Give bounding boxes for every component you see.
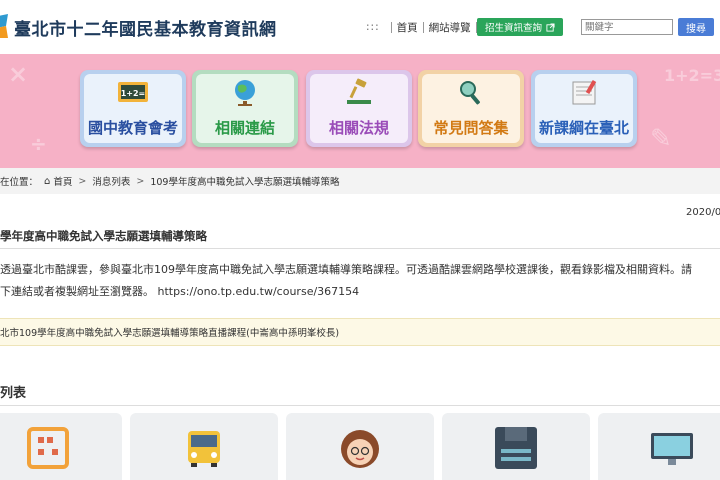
list-tile-monitor[interactable] [598, 413, 720, 480]
card-links[interactable]: 相關連結 [192, 70, 298, 147]
site-header: 臺北市十二年國民基本教育資訊網 ::: 首頁 網站導覽 招生資訊查詢 搜尋 [0, 0, 720, 54]
list-tile-abacus[interactable] [0, 413, 122, 480]
search-input[interactable] [581, 19, 673, 35]
breadcrumb-news-link[interactable]: 消息列表 [92, 174, 130, 188]
list-tile-floppy[interactable] [442, 413, 590, 480]
nav-sitemap-link[interactable]: 網站導覽 [429, 20, 471, 35]
banner-decoration: ÷ [30, 132, 47, 156]
list-section-title: 列表 [0, 386, 27, 401]
search-button[interactable]: 搜尋 [678, 18, 714, 36]
site-title[interactable]: 臺北市十二年國民基本教育資訊網 [14, 15, 277, 40]
svg-text:1+2=: 1+2= [121, 89, 146, 98]
school-bus-icon [188, 431, 220, 467]
breadcrumb-prefix: 在位置： [0, 177, 39, 188]
article-title: 學年度高中職免試入學志願選填輔導策略 [0, 229, 207, 243]
list-divider [0, 405, 720, 406]
teacher-avatar-icon [341, 430, 379, 468]
nav-home-link[interactable]: 首頁 [397, 20, 418, 35]
enroll-info-button[interactable]: 招生資訊查詢 [477, 18, 563, 36]
banner-decoration: 1+2=3 [664, 66, 720, 85]
breadcrumb-home-link[interactable]: 首頁 [53, 174, 72, 188]
article-body-line: 透過臺北市酷課雲，參與臺北市109學年度高中職免試入學志願選填輔導策略課程。可透… [0, 263, 692, 276]
gavel-icon [347, 78, 371, 104]
breadcrumb-separator: > [78, 175, 87, 187]
breadcrumb: 在位置： ⌂ 首頁 > 消息列表 > 109學年度高中職免試入學志願選填輔導策略 [0, 168, 720, 194]
banner-decoration: × [8, 60, 29, 88]
breadcrumb-separator: > [136, 175, 145, 187]
globe-icon [235, 80, 255, 106]
card-curriculum[interactable]: 新課綱在臺北 [531, 70, 637, 147]
book-icon [572, 79, 597, 105]
card-label: 新課綱在臺北 [538, 119, 629, 137]
article-body: 透過臺北市酷課雲，參與臺北市109學年度高中職免試入學志願選填輔導策略課程。可透… [0, 259, 720, 303]
list-tile-bus[interactable] [130, 413, 278, 480]
list-tile-teacher[interactable] [286, 413, 434, 480]
magnifier-icon [460, 81, 480, 105]
nav-divider [390, 21, 392, 33]
home-icon: ⌂ [44, 175, 51, 187]
top-nav: ::: 首頁 網站導覽 [366, 18, 482, 36]
enroll-info-label: 招生資訊查詢 [484, 23, 542, 34]
banner-decoration: ✎ [650, 124, 672, 154]
breadcrumb-current: 109學年度高中職免試入學志願選填輔導策略 [150, 177, 340, 188]
card-label: 常見問答集 [433, 119, 509, 137]
monitor-icon [651, 433, 693, 465]
floppy-disk-icon [495, 427, 537, 469]
title-divider [0, 248, 720, 249]
hero-banner: × ÷ 1+2=3 ✎ 1+2= 國中教育會考 相關連結 相關法規 常見問答集 … [0, 54, 720, 168]
article-date: 2020/0 [686, 207, 720, 218]
accesskey-dots[interactable]: ::: [366, 21, 380, 33]
nav-divider [422, 21, 424, 33]
card-label: 國中教育會考 [87, 119, 178, 137]
external-link-icon [546, 22, 555, 32]
site-logo-icon[interactable] [0, 12, 10, 40]
chalkboard-icon: 1+2= [118, 82, 148, 102]
card-label: 相關法規 [328, 119, 389, 137]
article-body-line: 下連結或者複製網址至瀏覽器。 https://ono.tp.edu.tw/cou… [0, 285, 360, 298]
card-exam[interactable]: 1+2= 國中教育會考 [80, 70, 186, 147]
abacus-icon [27, 427, 69, 469]
card-regulations[interactable]: 相關法規 [306, 70, 412, 147]
attachment-link[interactable]: 北市109學年度高中職免試入學志願選填輔導策略直播課程(中崙高中孫明峯校長) [0, 318, 720, 346]
card-faq[interactable]: 常見問答集 [418, 70, 524, 147]
card-label: 相關連結 [214, 119, 275, 137]
